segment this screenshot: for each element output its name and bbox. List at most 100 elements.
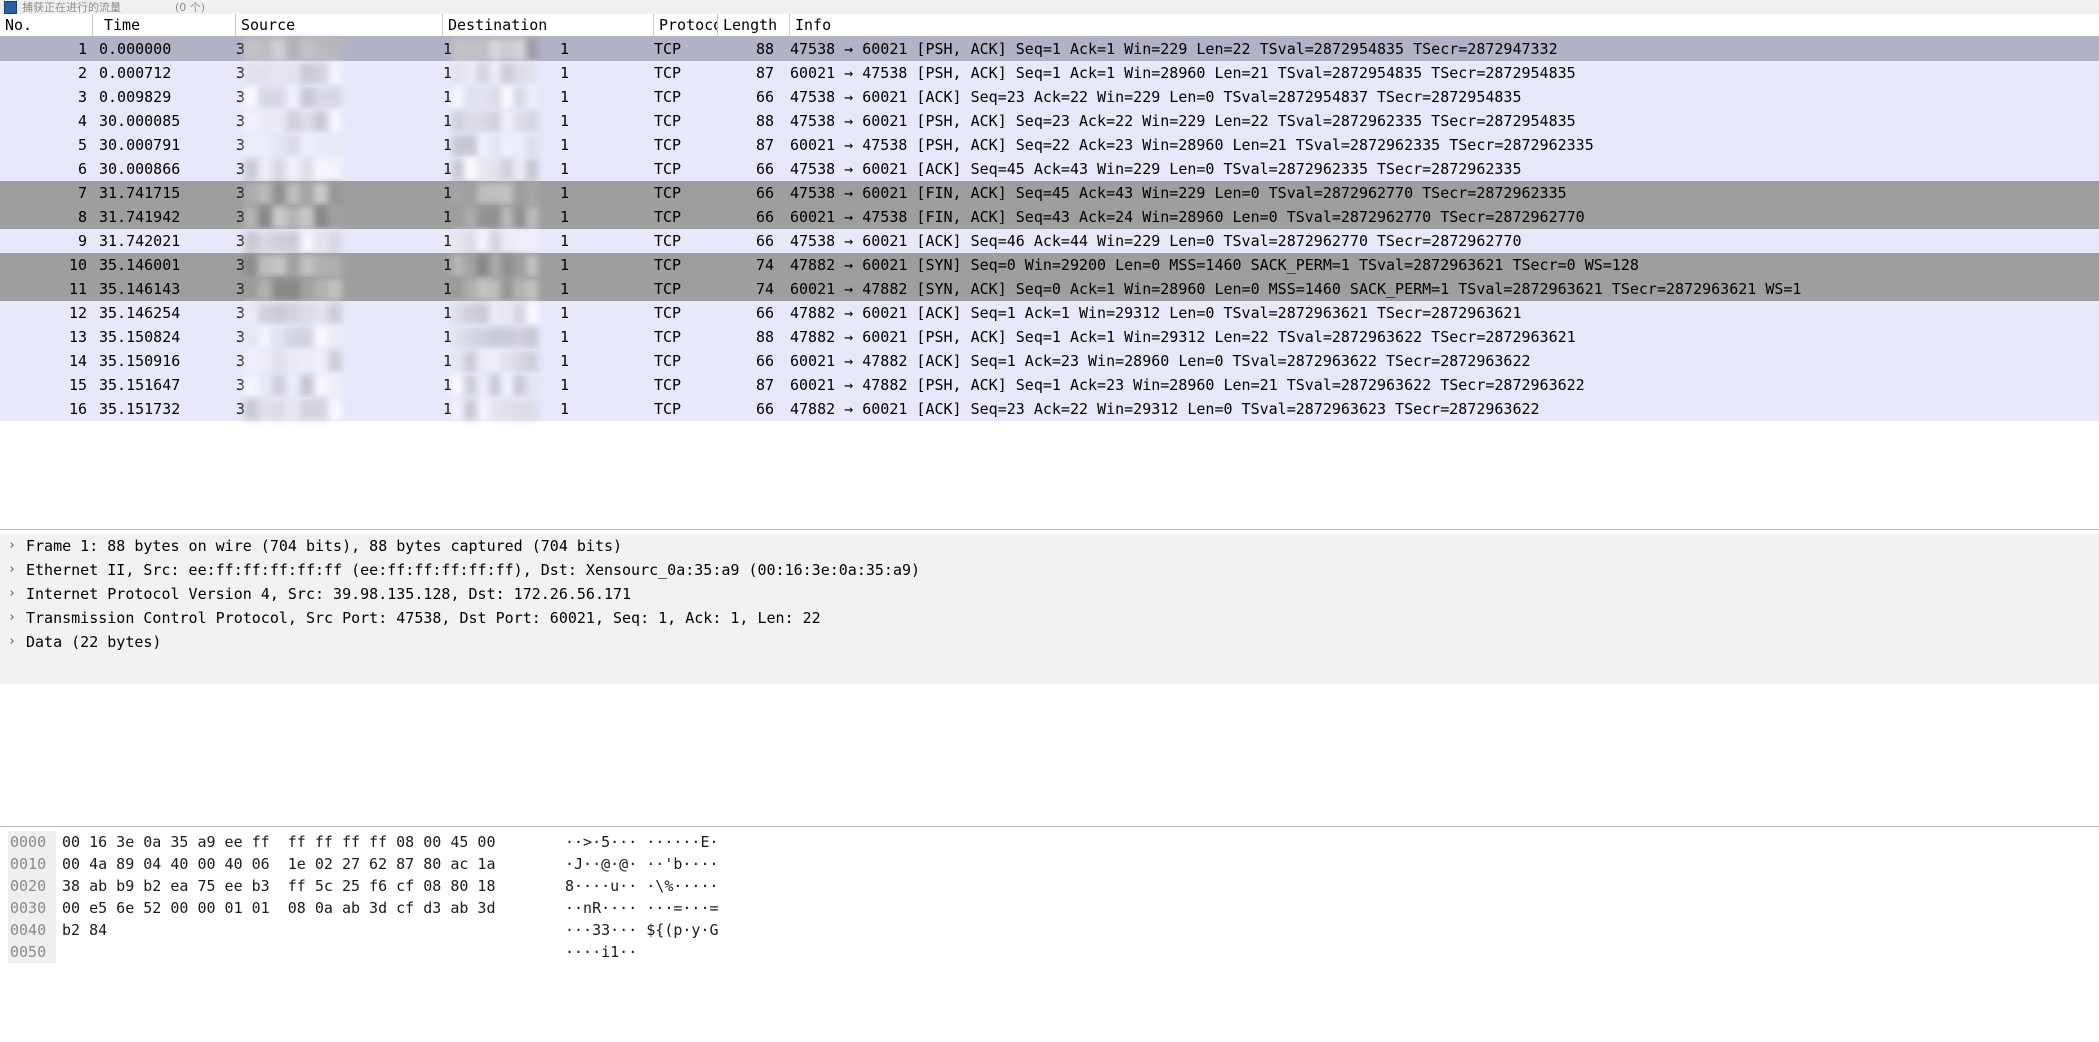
window-title-bar: 捕获正在进行的流量 (0 个) bbox=[0, 0, 2099, 15]
packet-protocol: TCP bbox=[654, 64, 682, 82]
packet-destination-redacted bbox=[452, 207, 538, 228]
detail-tree-item[interactable]: › Transmission Control Protocol, Src Port… bbox=[0, 606, 2099, 630]
wireshark-window: 捕获正在进行的流量 (0 个) No. Time Source Destination… bbox=[0, 0, 2099, 1042]
packet-destination-suffix: 1 bbox=[560, 256, 570, 274]
packet-destination-prefix: 1 bbox=[443, 304, 453, 322]
packet-protocol: TCP bbox=[654, 136, 682, 154]
packet-row[interactable]: 7 31.741715 3 1 1 TCP 66 47538 → 60021 [FIN, AC… bbox=[0, 181, 2099, 205]
column-header-info[interactable]: Info bbox=[790, 14, 2090, 36]
packet-source-prefix: 3 bbox=[236, 232, 246, 250]
hex-bytes: 00 e5 6e 52 00 00 01 01 08 0a ab 3d cf d… bbox=[62, 899, 496, 917]
detail-tree-item[interactable]: › Internet Protocol Version 4, Src: 39.98… bbox=[0, 582, 2099, 606]
column-header-src[interactable]: Source bbox=[236, 14, 443, 36]
packet-destination-suffix: 1 bbox=[560, 376, 570, 394]
packet-number: 15 bbox=[68, 376, 87, 394]
packet-detail-pane[interactable]: › Frame 1: 88 bytes on wire (704 bits), 8… bbox=[0, 534, 2099, 684]
packet-row[interactable]: 8 31.741942 3 1 1 TCP 66 60021 → 47538 [FIN, AC… bbox=[0, 205, 2099, 229]
packet-time: 35.151647 bbox=[99, 376, 181, 394]
packet-info: 47538 → 60021 [ACK] Seq=45 Ack=43 Win=22… bbox=[790, 160, 1522, 178]
packet-source-prefix: 3 bbox=[236, 352, 246, 370]
packet-row[interactable]: 14 35.150916 3 1 1 TCP 66 60021 → 47882 [ACK] S… bbox=[0, 349, 2099, 373]
hex-dump-row[interactable]: 0020 38 ab b9 b2 ea 75 ee b3 ff 5c 25 f6 … bbox=[0, 875, 2099, 897]
packet-row[interactable]: 1 0.000000 3 1 1 TCP 88 47538 → 60021 [PSH, ACK… bbox=[0, 37, 2099, 61]
hex-ascii: ····i1·· bbox=[565, 943, 638, 961]
packet-length: 66 bbox=[755, 232, 774, 250]
packet-info: 60021 → 47882 [SYN, ACK] Seq=0 Ack=1 Win… bbox=[790, 280, 1802, 298]
hex-bytes: 00 16 3e 0a 35 a9 ee ff ff ff ff ff 08 0… bbox=[62, 833, 496, 851]
packet-info: 47882 → 60021 [SYN] Seq=0 Win=29200 Len=… bbox=[790, 256, 1639, 274]
hex-offset: 0040 bbox=[8, 919, 56, 941]
packet-row[interactable]: 9 31.742021 3 1 1 TCP 66 47538 → 60021 [ACK] Se… bbox=[0, 229, 2099, 253]
packet-destination-prefix: 1 bbox=[443, 376, 453, 394]
packet-destination-suffix: 1 bbox=[560, 136, 570, 154]
packet-source-prefix: 3 bbox=[236, 256, 246, 274]
packet-destination-redacted bbox=[452, 231, 538, 252]
packet-list-pane[interactable]: No. TimeSourceDestinationProtocolLengthIn… bbox=[0, 14, 2099, 529]
detail-tree-item[interactable]: › Data (22 bytes) bbox=[0, 630, 2099, 654]
packet-info: 47882 → 60021 [PSH, ACK] Seq=1 Ack=1 Win… bbox=[790, 328, 1576, 346]
packet-number: 8 bbox=[77, 208, 87, 226]
packet-row[interactable]: 5 30.000791 3 1 1 TCP 87 60021 → 47538 [PSH, AC… bbox=[0, 133, 2099, 157]
detail-tree-item[interactable]: › Ethernet II, Src: ee:ff:ff:ff:ff:ff (ee… bbox=[0, 558, 2099, 582]
hex-offset: 0030 bbox=[8, 897, 56, 919]
packet-row[interactable]: 2 0.000712 3 1 1 TCP 87 60021 → 47538 [PSH, ACK… bbox=[0, 61, 2099, 85]
packet-destination-redacted bbox=[452, 159, 538, 180]
packet-row[interactable]: 10 35.146001 3 1 1 TCP 74 47882 → 60021 [SYN] S… bbox=[0, 253, 2099, 277]
packet-info: 60021 → 47538 [PSH, ACK] Seq=1 Ack=1 Win… bbox=[790, 64, 1576, 82]
packet-protocol: TCP bbox=[654, 208, 682, 226]
hex-ascii: ···33··· ${(p·y·G bbox=[565, 921, 719, 939]
packet-destination-suffix: 1 bbox=[560, 184, 570, 202]
packet-row[interactable]: 11 35.146143 3 1 1 TCP 74 60021 → 47882 [SYN, A… bbox=[0, 277, 2099, 301]
hex-dump-row[interactable]: 0040 b2 84 ···33··· ${(p·y·G bbox=[0, 919, 2099, 941]
packet-info: 47538 → 60021 [ACK] Seq=46 Ack=44 Win=22… bbox=[790, 232, 1522, 250]
packet-row[interactable]: 13 35.150824 3 1 1 TCP 88 47882 → 60021 [PSH, A… bbox=[0, 325, 2099, 349]
packet-row[interactable]: 4 30.000085 3 1 1 TCP 88 47538 → 60021 [PSH, AC… bbox=[0, 109, 2099, 133]
packet-protocol: TCP bbox=[654, 328, 682, 346]
chevron-right-icon[interactable]: › bbox=[8, 558, 16, 582]
packet-destination-prefix: 1 bbox=[443, 184, 453, 202]
packet-protocol: TCP bbox=[654, 112, 682, 130]
packet-row[interactable]: 3 0.009829 3 1 1 TCP 66 47538 → 60021 [ACK] Seq… bbox=[0, 85, 2099, 109]
packet-list-rows[interactable]: 1 0.000000 3 1 1 TCP 88 47538 → 60021 [PSH, ACK… bbox=[0, 37, 2099, 421]
packet-row[interactable]: 6 30.000866 3 1 1 TCP 66 47538 → 60021 [ACK] Se… bbox=[0, 157, 2099, 181]
packet-length: 87 bbox=[755, 376, 774, 394]
hex-bytes-redacted bbox=[62, 943, 552, 961]
packet-time: 0.000000 bbox=[99, 40, 172, 58]
column-header-time[interactable]: Time bbox=[99, 14, 236, 36]
packet-number: 7 bbox=[77, 184, 87, 202]
hex-dump-pane[interactable]: 0000 00 16 3e 0a 35 a9 ee ff ff ff ff ff … bbox=[0, 831, 2099, 981]
packet-row[interactable]: 16 35.151732 3 1 1 TCP 66 47882 → 60021 [ACK] S… bbox=[0, 397, 2099, 421]
hex-dump-row[interactable]: 0030 00 e5 6e 52 00 00 01 01 08 0a ab 3d … bbox=[0, 897, 2099, 919]
packet-number: 5 bbox=[77, 136, 87, 154]
packet-protocol: TCP bbox=[654, 304, 682, 322]
chevron-right-icon[interactable]: › bbox=[8, 534, 16, 558]
packet-source-prefix: 3 bbox=[236, 136, 246, 154]
hex-dump-row[interactable]: 0000 00 16 3e 0a 35 a9 ee ff ff ff ff ff … bbox=[0, 831, 2099, 853]
chevron-right-icon[interactable]: › bbox=[8, 606, 16, 630]
packet-destination-suffix: 1 bbox=[560, 400, 570, 418]
packet-row[interactable]: 12 35.146254 3 1 1 TCP 66 47882 → 60021 [ACK] S… bbox=[0, 301, 2099, 325]
packet-destination-suffix: 1 bbox=[560, 112, 570, 130]
packet-info: 47538 → 60021 [PSH, ACK] Seq=23 Ack=22 W… bbox=[790, 112, 1576, 130]
column-header-no[interactable]: No. bbox=[0, 14, 93, 36]
hex-dump-row[interactable]: 0010 00 4a 89 04 40 00 40 06 1e 02 27 62 … bbox=[0, 853, 2099, 875]
column-header-len[interactable]: Length bbox=[718, 14, 790, 36]
chevron-right-icon[interactable]: › bbox=[8, 630, 16, 654]
detail-tree-label: Data (22 bytes) bbox=[26, 633, 162, 651]
packet-time: 30.000791 bbox=[99, 136, 181, 154]
packet-info: 60021 → 47882 [ACK] Seq=1 Ack=23 Win=289… bbox=[790, 352, 1531, 370]
column-header-prot[interactable]: Protocol bbox=[654, 14, 718, 36]
hex-ascii: ··>·5··· ······E· bbox=[565, 833, 719, 851]
packet-destination-prefix: 1 bbox=[443, 160, 453, 178]
packet-number: 1 bbox=[77, 40, 87, 58]
packet-row[interactable]: 15 35.151647 3 1 1 TCP 87 60021 → 47882 [PSH, A… bbox=[0, 373, 2099, 397]
packet-protocol: TCP bbox=[654, 352, 682, 370]
packet-destination-redacted bbox=[452, 255, 538, 276]
detail-tree-item[interactable]: › Frame 1: 88 bytes on wire (704 bits), 8… bbox=[0, 534, 2099, 558]
hex-dump-row[interactable]: 0050 ····i1·· bbox=[0, 941, 2099, 963]
packet-destination-suffix: 1 bbox=[560, 232, 570, 250]
packet-info: 60021 → 47882 [PSH, ACK] Seq=1 Ack=23 Wi… bbox=[790, 376, 1585, 394]
column-header-dst[interactable]: Destination bbox=[443, 14, 654, 36]
chevron-right-icon[interactable]: › bbox=[8, 582, 16, 606]
packet-protocol: TCP bbox=[654, 280, 682, 298]
